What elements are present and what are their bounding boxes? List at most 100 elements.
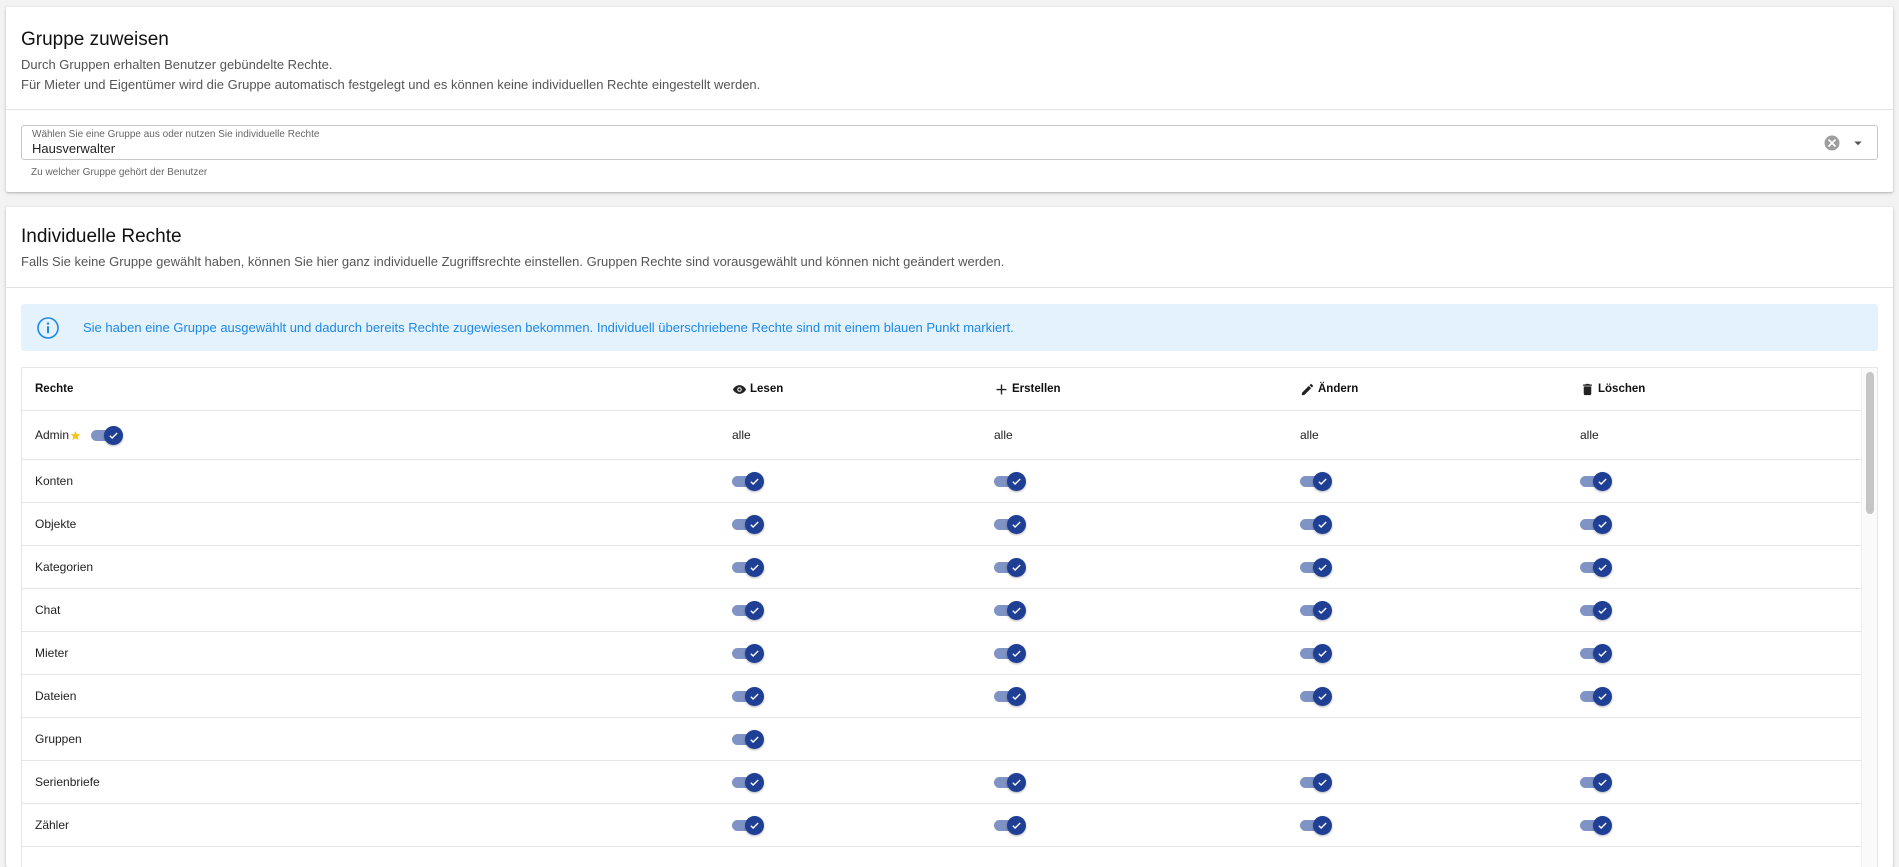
table-row: Kategorien: [22, 546, 1862, 589]
read-toggle[interactable]: [732, 687, 764, 706]
read-permission-cell: [732, 632, 764, 674]
read-toggle[interactable]: [732, 558, 764, 577]
edit-permission-cell: [1300, 675, 1332, 717]
delete-toggle[interactable]: [1580, 816, 1612, 835]
edit-toggle[interactable]: [1300, 687, 1332, 706]
read-toggle[interactable]: [732, 515, 764, 534]
edit-toggle[interactable]: [1300, 601, 1332, 620]
header-delete: Löschen: [1580, 368, 1645, 410]
table-row: Zähler: [22, 804, 1862, 847]
create-toggle[interactable]: [994, 687, 1026, 706]
edit-permission-cell: [1300, 804, 1332, 846]
clear-icon[interactable]: [1823, 134, 1841, 152]
group-select-label: Wählen Sie eine Gruppe aus oder nutzen S…: [32, 129, 320, 140]
chevron-down-icon[interactable]: [1849, 134, 1867, 152]
table-row: Serienbriefe: [22, 761, 1862, 804]
read-permission-cell: [732, 503, 764, 545]
read-toggle[interactable]: [732, 730, 764, 749]
edit-permission-cell: [1300, 460, 1332, 502]
group-card-desc-line2: Für Mieter und Eigentümer wird die Grupp…: [21, 77, 761, 92]
table-row-admin: Admin alle alle alle alle: [22, 411, 1862, 460]
delete-permission-cell: [1580, 804, 1612, 846]
read-toggle[interactable]: [732, 644, 764, 663]
header-rights: Rechte: [35, 383, 74, 395]
create-permission-cell: [994, 589, 1026, 631]
right-label: Konten: [35, 474, 74, 488]
create-permission-cell: [994, 761, 1026, 803]
edit-permission-cell: [1300, 761, 1332, 803]
individual-rights-card: Individuelle Rechte Falls Sie keine Grup…: [6, 207, 1893, 867]
create-toggle[interactable]: [994, 644, 1026, 663]
edit-toggle[interactable]: [1300, 515, 1332, 534]
admin-label: Admin: [35, 428, 70, 442]
admin-edit: alle: [1300, 428, 1319, 442]
edit-toggle[interactable]: [1300, 773, 1332, 792]
delete-permission-cell: [1580, 503, 1612, 545]
create-permission-cell: [994, 804, 1026, 846]
delete-toggle[interactable]: [1580, 687, 1612, 706]
create-permission-cell: [994, 460, 1026, 502]
right-label: Zähler: [35, 818, 70, 832]
admin-delete: alle: [1580, 428, 1599, 442]
header-create: Erstellen: [994, 368, 1061, 410]
delete-toggle[interactable]: [1580, 601, 1612, 620]
right-label: Objekte: [35, 517, 77, 531]
table-row: Mieter: [22, 632, 1862, 675]
delete-toggle[interactable]: [1580, 558, 1612, 577]
right-label: Serienbriefe: [35, 775, 100, 789]
group-select-hint: Zu welcher Gruppe gehört der Benutzer: [31, 167, 208, 178]
create-toggle[interactable]: [994, 515, 1026, 534]
create-toggle[interactable]: [994, 601, 1026, 620]
edit-toggle[interactable]: [1300, 472, 1332, 491]
right-label: Chat: [35, 603, 61, 617]
admin-create: alle: [994, 428, 1013, 442]
rights-card-desc: Falls Sie keine Gruppe gewählt haben, kö…: [21, 254, 1005, 269]
trash-icon: [1583, 383, 1592, 395]
read-permission-cell: [732, 675, 764, 717]
read-toggle[interactable]: [732, 773, 764, 792]
delete-toggle[interactable]: [1580, 515, 1612, 534]
delete-permission-cell: [1580, 675, 1612, 717]
create-toggle[interactable]: [994, 558, 1026, 577]
scrollbar-thumb[interactable]: [1866, 372, 1874, 514]
delete-toggle[interactable]: [1580, 773, 1612, 792]
read-permission-cell: [732, 546, 764, 588]
edit-toggle[interactable]: [1300, 644, 1332, 663]
create-toggle[interactable]: [994, 816, 1026, 835]
right-label: Kategorien: [35, 560, 94, 574]
delete-permission-cell: [1580, 589, 1612, 631]
read-toggle[interactable]: [732, 601, 764, 620]
star-icon: [70, 430, 81, 440]
admin-read: alle: [732, 428, 751, 442]
read-toggle[interactable]: [732, 472, 764, 491]
group-select[interactable]: Wählen Sie eine Gruppe aus oder nutzen S…: [21, 125, 1878, 160]
edit-toggle[interactable]: [1300, 558, 1332, 577]
eye-icon: [732, 384, 747, 394]
read-permission-cell: [732, 761, 764, 803]
table-scrollbar[interactable]: [1861, 368, 1877, 867]
right-label: Gruppen: [35, 732, 82, 746]
right-label: Dateien: [35, 689, 77, 703]
rights-card-title: Individuelle Rechte: [21, 226, 182, 247]
group-assign-card: Gruppe zuweisen Durch Gruppen erhalten B…: [6, 7, 1893, 192]
header-delete-label: Löschen: [1598, 383, 1646, 395]
right-label: Mieter: [35, 646, 69, 660]
group-card-desc-line1: Durch Gruppen erhalten Benutzer gebündel…: [21, 57, 333, 72]
table-row: Dateien: [22, 675, 1862, 718]
info-alert-text: Sie haben eine Gruppe ausgewählt und dad…: [83, 320, 1014, 335]
header-read: Lesen: [732, 368, 783, 410]
admin-toggle[interactable]: [91, 426, 124, 445]
read-permission-cell: [732, 589, 764, 631]
edit-permission-cell: [1300, 589, 1332, 631]
read-permission-cell: [732, 804, 764, 846]
edit-toggle[interactable]: [1300, 816, 1332, 835]
delete-toggle[interactable]: [1580, 472, 1612, 491]
create-toggle[interactable]: [994, 773, 1026, 792]
read-toggle[interactable]: [732, 816, 764, 835]
header-edit: Ändern: [1300, 368, 1358, 410]
delete-permission-cell: [1580, 546, 1612, 588]
delete-toggle[interactable]: [1580, 644, 1612, 663]
table-row: Chat: [22, 589, 1862, 632]
create-toggle[interactable]: [994, 472, 1026, 491]
group-card-title: Gruppe zuweisen: [21, 29, 169, 50]
